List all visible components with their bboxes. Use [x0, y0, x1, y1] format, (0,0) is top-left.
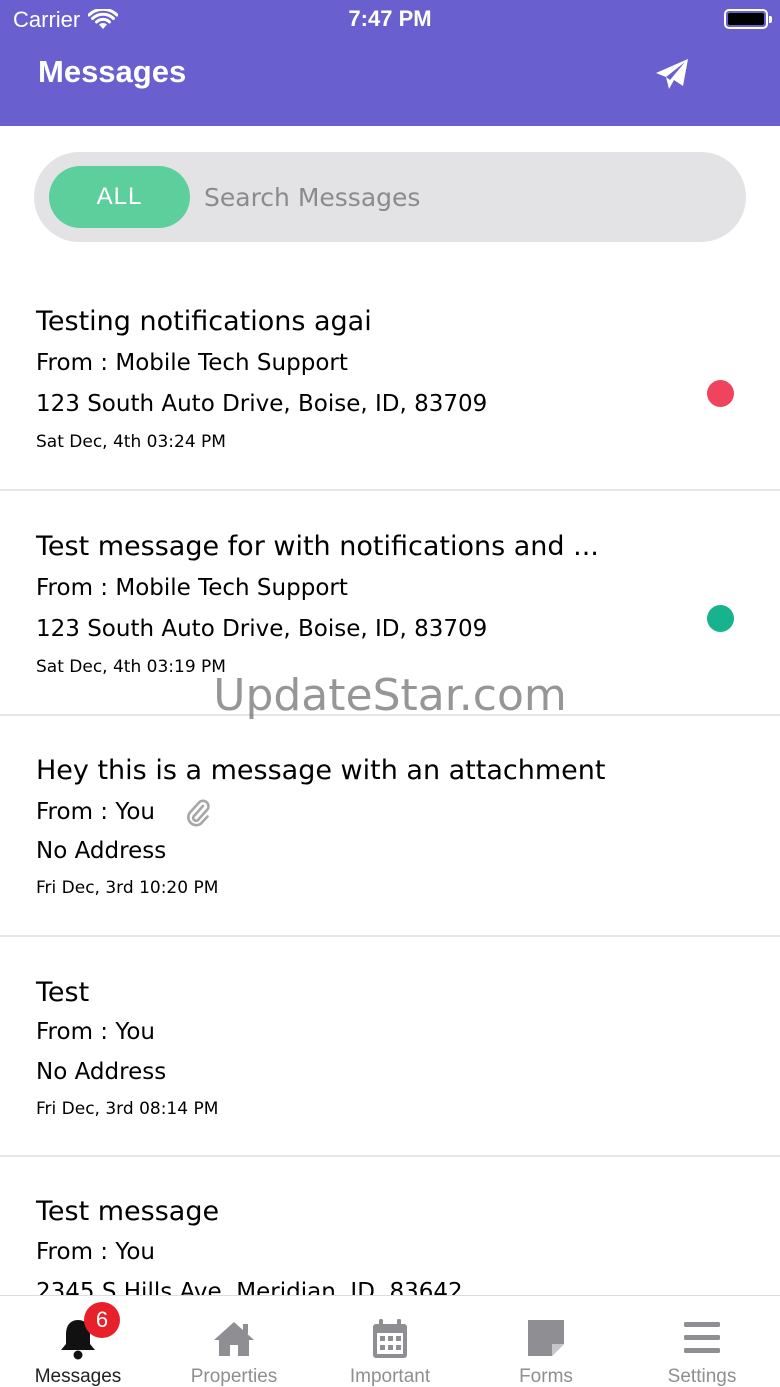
calendar-icon: [373, 1319, 407, 1358]
message-sender: From : You: [36, 1239, 155, 1265]
message-item[interactable]: Testing notifications agai From : Mobile…: [0, 270, 780, 491]
message-date: Fri Dec, 3rd 08:14 PM: [36, 1099, 219, 1119]
paperclip-icon: [187, 799, 210, 827]
search-bar: ALL: [34, 152, 746, 242]
tab-label: Forms: [519, 1366, 573, 1387]
tab-important[interactable]: Important: [312, 1296, 468, 1387]
message-subject: Test message: [36, 1196, 220, 1227]
message-sender: From : You: [36, 799, 155, 825]
tab-label: Important: [349, 1366, 431, 1387]
message-subject: Test message for with notifications and …: [36, 531, 599, 562]
message-sender-row: From : You: [36, 797, 211, 827]
message-subject: Hey this is a message with an attachment: [36, 755, 606, 786]
message-item[interactable]: Test message From : You 2345 S Hills Ave…: [0, 1157, 780, 1295]
message-subject: Testing notifications agai: [36, 306, 372, 337]
message-date: Sat Dec, 4th 03:24 PM: [36, 432, 226, 452]
message-address: 123 South Auto Drive, Boise, ID, 83709: [36, 391, 488, 417]
status-carrier: Carrier: [13, 7, 119, 33]
message-item[interactable]: Hey this is a message with an attachment…: [0, 716, 780, 937]
tab-forms[interactable]: Forms: [468, 1296, 624, 1387]
status-dot: [707, 605, 734, 632]
wifi-icon: [88, 9, 119, 29]
message-sender: From : You: [36, 1019, 155, 1045]
house-icon: [214, 1322, 254, 1356]
message-sender: From : Mobile Tech Support: [36, 350, 348, 376]
tab-label: Messages: [34, 1366, 122, 1387]
menu-icon: [684, 1322, 720, 1353]
notification-badge: 6: [84, 1302, 120, 1338]
message-item[interactable]: Test message for with notifications and …: [0, 491, 780, 716]
paper-plane-icon[interactable]: [652, 56, 692, 94]
message-date: Fri Dec, 3rd 10:20 PM: [36, 878, 219, 898]
page-title: Messages: [38, 54, 187, 89]
unread-dot: [707, 380, 734, 407]
tab-label: Settings: [667, 1366, 737, 1387]
message-list: Testing notifications agai From : Mobile…: [0, 270, 780, 1295]
tab-properties[interactable]: Properties: [156, 1296, 312, 1387]
filter-all-button[interactable]: ALL: [49, 166, 190, 228]
message-sender: From : Mobile Tech Support: [36, 575, 348, 601]
note-icon: [528, 1320, 564, 1356]
message-date: Sat Dec, 4th 03:19 PM: [36, 657, 226, 677]
message-item[interactable]: Test From : You No Address Fri Dec, 3rd …: [0, 937, 780, 1157]
tab-bar: 6 Messages Properties Important Forms Se…: [0, 1295, 780, 1387]
message-address: No Address: [36, 838, 167, 864]
battery-icon: [724, 9, 772, 29]
search-input[interactable]: [204, 172, 724, 222]
tab-label: Properties: [190, 1366, 278, 1387]
nav-bar: Carrier 7:47 PM Messages: [0, 0, 780, 126]
message-address: 2345 S Hills Ave, Meridian, ID, 83642: [36, 1279, 463, 1295]
message-address: No Address: [36, 1059, 167, 1085]
tab-settings[interactable]: Settings: [624, 1296, 780, 1387]
carrier-label: Carrier: [13, 7, 81, 32]
message-address: 123 South Auto Drive, Boise, ID, 83709: [36, 616, 488, 642]
tab-messages[interactable]: 6 Messages: [0, 1296, 156, 1387]
message-subject: Test: [36, 977, 90, 1008]
